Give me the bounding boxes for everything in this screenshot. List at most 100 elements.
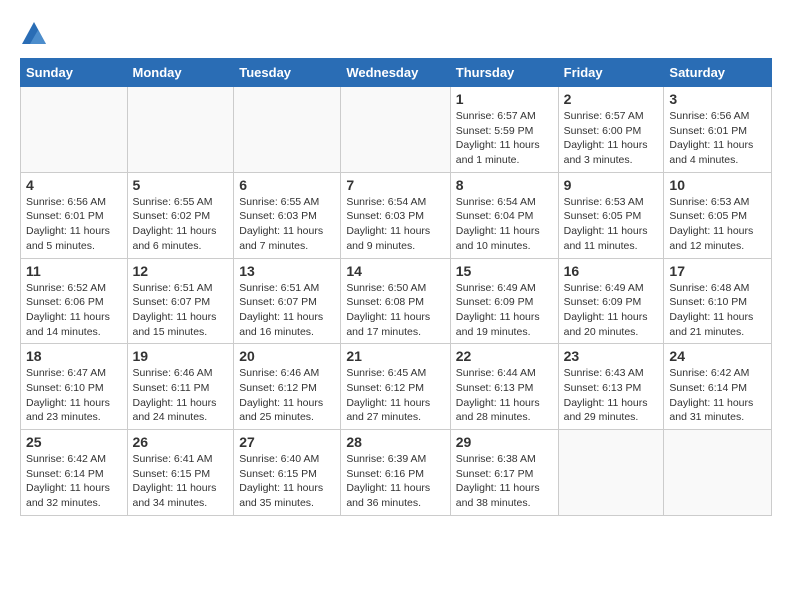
day-number: 11 xyxy=(26,263,122,279)
day-info: Sunrise: 6:49 AM Sunset: 6:09 PM Dayligh… xyxy=(456,281,553,340)
day-number: 1 xyxy=(456,91,553,107)
day-number: 7 xyxy=(346,177,444,193)
calendar-week-3: 11 Sunrise: 6:52 AM Sunset: 6:06 PM Dayli… xyxy=(21,258,772,344)
calendar-cell: 1 Sunrise: 6:57 AM Sunset: 5:59 PM Daylig… xyxy=(450,87,558,173)
day-number: 17 xyxy=(669,263,766,279)
day-info: Sunrise: 6:51 AM Sunset: 6:07 PM Dayligh… xyxy=(133,281,229,340)
day-number: 12 xyxy=(133,263,229,279)
day-info: Sunrise: 6:51 AM Sunset: 6:07 PM Dayligh… xyxy=(239,281,335,340)
day-number: 14 xyxy=(346,263,444,279)
day-info: Sunrise: 6:54 AM Sunset: 6:04 PM Dayligh… xyxy=(456,195,553,254)
day-number: 9 xyxy=(564,177,659,193)
day-header-thursday: Thursday xyxy=(450,59,558,87)
day-number: 29 xyxy=(456,434,553,450)
logo-icon xyxy=(20,20,48,48)
calendar-cell: 15 Sunrise: 6:49 AM Sunset: 6:09 PM Dayli… xyxy=(450,258,558,344)
header xyxy=(20,20,772,48)
calendar-week-5: 25 Sunrise: 6:42 AM Sunset: 6:14 PM Dayli… xyxy=(21,430,772,516)
day-number: 19 xyxy=(133,348,229,364)
day-header-tuesday: Tuesday xyxy=(234,59,341,87)
day-number: 3 xyxy=(669,91,766,107)
calendar-week-4: 18Sunrise: 6:47 AM Sunset: 6:10 PM Dayli… xyxy=(21,344,772,430)
day-info: Sunrise: 6:42 AM Sunset: 6:14 PM Dayligh… xyxy=(669,366,766,425)
logo xyxy=(20,20,50,48)
calendar-cell: 10 Sunrise: 6:53 AM Sunset: 6:05 PM Dayli… xyxy=(664,172,772,258)
calendar-cell: 4 Sunrise: 6:56 AM Sunset: 6:01 PM Daylig… xyxy=(21,172,128,258)
day-number: 13 xyxy=(239,263,335,279)
day-info: Sunrise: 6:41 AM Sunset: 6:15 PM Dayligh… xyxy=(133,452,229,511)
calendar-cell: 20 Sunrise: 6:46 AM Sunset: 6:12 PM Dayli… xyxy=(234,344,341,430)
day-info: Sunrise: 6:54 AM Sunset: 6:03 PM Dayligh… xyxy=(346,195,444,254)
day-number: 15 xyxy=(456,263,553,279)
day-number: 2 xyxy=(564,91,659,107)
day-header-friday: Friday xyxy=(558,59,664,87)
calendar-cell xyxy=(664,430,772,516)
calendar-cell: 28 Sunrise: 6:39 AM Sunset: 6:16 PM Dayli… xyxy=(341,430,450,516)
calendar-cell: 13 Sunrise: 6:51 AM Sunset: 6:07 PM Dayli… xyxy=(234,258,341,344)
calendar-week-1: 1 Sunrise: 6:57 AM Sunset: 5:59 PM Daylig… xyxy=(21,87,772,173)
day-number: 16 xyxy=(564,263,659,279)
day-info: Sunrise: 6:45 AM Sunset: 6:12 PM Dayligh… xyxy=(346,366,444,425)
calendar-cell: 17 Sunrise: 6:48 AM Sunset: 6:10 PM Dayli… xyxy=(664,258,772,344)
calendar-cell xyxy=(234,87,341,173)
day-number: 26 xyxy=(133,434,229,450)
day-info: Sunrise: 6:44 AM Sunset: 6:13 PM Dayligh… xyxy=(456,366,553,425)
day-header-monday: Monday xyxy=(127,59,234,87)
day-number: 22 xyxy=(456,348,553,364)
calendar-cell: 3Sunrise: 6:56 AM Sunset: 6:01 PM Daylig… xyxy=(664,87,772,173)
day-info: Sunrise: 6:40 AM Sunset: 6:15 PM Dayligh… xyxy=(239,452,335,511)
calendar-cell: 19Sunrise: 6:46 AM Sunset: 6:11 PM Dayli… xyxy=(127,344,234,430)
day-number: 6 xyxy=(239,177,335,193)
calendar-cell: 24 Sunrise: 6:42 AM Sunset: 6:14 PM Dayli… xyxy=(664,344,772,430)
day-number: 10 xyxy=(669,177,766,193)
calendar-cell: 25 Sunrise: 6:42 AM Sunset: 6:14 PM Dayli… xyxy=(21,430,128,516)
calendar-cell: 21 Sunrise: 6:45 AM Sunset: 6:12 PM Dayli… xyxy=(341,344,450,430)
day-number: 5 xyxy=(133,177,229,193)
calendar-cell: 26 Sunrise: 6:41 AM Sunset: 6:15 PM Dayli… xyxy=(127,430,234,516)
day-number: 27 xyxy=(239,434,335,450)
day-info: Sunrise: 6:57 AM Sunset: 6:00 PM Dayligh… xyxy=(564,109,659,168)
day-number: 4 xyxy=(26,177,122,193)
day-number: 28 xyxy=(346,434,444,450)
calendar-cell: 29 Sunrise: 6:38 AM Sunset: 6:17 PM Dayli… xyxy=(450,430,558,516)
calendar-cell xyxy=(341,87,450,173)
calendar-cell: 5 Sunrise: 6:55 AM Sunset: 6:02 PM Daylig… xyxy=(127,172,234,258)
day-header-wednesday: Wednesday xyxy=(341,59,450,87)
day-number: 8 xyxy=(456,177,553,193)
day-info: Sunrise: 6:38 AM Sunset: 6:17 PM Dayligh… xyxy=(456,452,553,511)
calendar-cell: 14 Sunrise: 6:50 AM Sunset: 6:08 PM Dayli… xyxy=(341,258,450,344)
calendar-header-row: SundayMondayTuesdayWednesdayThursdayFrid… xyxy=(21,59,772,87)
day-info: Sunrise: 6:46 AM Sunset: 6:12 PM Dayligh… xyxy=(239,366,335,425)
calendar-cell: 11 Sunrise: 6:52 AM Sunset: 6:06 PM Dayli… xyxy=(21,258,128,344)
calendar-cell: 6 Sunrise: 6:55 AM Sunset: 6:03 PM Daylig… xyxy=(234,172,341,258)
calendar-cell: 7 Sunrise: 6:54 AM Sunset: 6:03 PM Daylig… xyxy=(341,172,450,258)
day-number: 23 xyxy=(564,348,659,364)
day-info: Sunrise: 6:48 AM Sunset: 6:10 PM Dayligh… xyxy=(669,281,766,340)
calendar-cell: 27 Sunrise: 6:40 AM Sunset: 6:15 PM Dayli… xyxy=(234,430,341,516)
calendar-body: 1 Sunrise: 6:57 AM Sunset: 5:59 PM Daylig… xyxy=(21,87,772,516)
calendar-cell: 23Sunrise: 6:43 AM Sunset: 6:13 PM Dayli… xyxy=(558,344,664,430)
day-number: 20 xyxy=(239,348,335,364)
calendar-cell: 18Sunrise: 6:47 AM Sunset: 6:10 PM Dayli… xyxy=(21,344,128,430)
day-info: Sunrise: 6:49 AM Sunset: 6:09 PM Dayligh… xyxy=(564,281,659,340)
day-info: Sunrise: 6:50 AM Sunset: 6:08 PM Dayligh… xyxy=(346,281,444,340)
day-info: Sunrise: 6:55 AM Sunset: 6:03 PM Dayligh… xyxy=(239,195,335,254)
calendar-cell: 2 Sunrise: 6:57 AM Sunset: 6:00 PM Daylig… xyxy=(558,87,664,173)
calendar-cell: 12 Sunrise: 6:51 AM Sunset: 6:07 PM Dayli… xyxy=(127,258,234,344)
day-info: Sunrise: 6:52 AM Sunset: 6:06 PM Dayligh… xyxy=(26,281,122,340)
calendar-cell: 8 Sunrise: 6:54 AM Sunset: 6:04 PM Daylig… xyxy=(450,172,558,258)
calendar-cell: 9 Sunrise: 6:53 AM Sunset: 6:05 PM Daylig… xyxy=(558,172,664,258)
calendar-table: SundayMondayTuesdayWednesdayThursdayFrid… xyxy=(20,58,772,516)
day-info: Sunrise: 6:57 AM Sunset: 5:59 PM Dayligh… xyxy=(456,109,553,168)
day-info: Sunrise: 6:53 AM Sunset: 6:05 PM Dayligh… xyxy=(564,195,659,254)
day-info: Sunrise: 6:39 AM Sunset: 6:16 PM Dayligh… xyxy=(346,452,444,511)
day-number: 24 xyxy=(669,348,766,364)
day-number: 21 xyxy=(346,348,444,364)
day-header-sunday: Sunday xyxy=(21,59,128,87)
day-info: Sunrise: 6:55 AM Sunset: 6:02 PM Dayligh… xyxy=(133,195,229,254)
day-info: Sunrise: 6:56 AM Sunset: 6:01 PM Dayligh… xyxy=(26,195,122,254)
day-number: 25 xyxy=(26,434,122,450)
day-info: Sunrise: 6:42 AM Sunset: 6:14 PM Dayligh… xyxy=(26,452,122,511)
day-info: Sunrise: 6:53 AM Sunset: 6:05 PM Dayligh… xyxy=(669,195,766,254)
calendar-week-2: 4 Sunrise: 6:56 AM Sunset: 6:01 PM Daylig… xyxy=(21,172,772,258)
